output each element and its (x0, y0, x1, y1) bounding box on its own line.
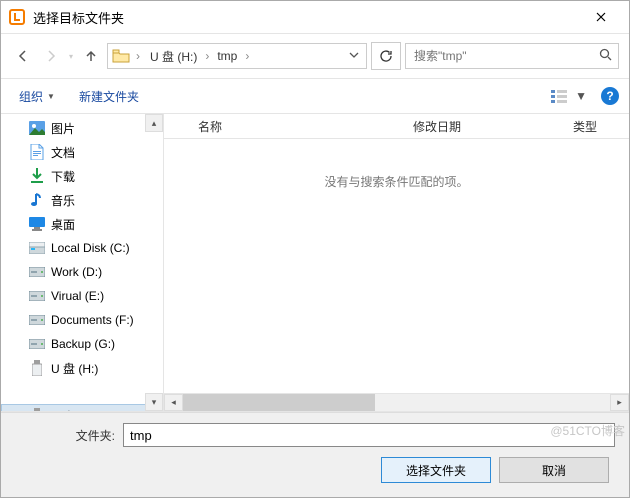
titlebar: 选择目标文件夹 (1, 1, 629, 34)
back-button[interactable] (11, 44, 35, 68)
drive-icon (29, 216, 45, 232)
sidebar-item-localdisk[interactable]: Local Disk (C:) (1, 236, 163, 260)
help-button[interactable]: ? (601, 87, 619, 105)
spacer (29, 384, 45, 400)
folder-icon (112, 48, 130, 64)
horizontal-scrollbar[interactable]: ◂ ▸ (164, 393, 629, 411)
sidebar-item-virual[interactable]: Virual (E:) (1, 284, 163, 308)
chevron-down-icon: ▼ (47, 92, 55, 101)
breadcrumb: U 盘 (H:) › tmp › (146, 46, 342, 67)
close-icon (596, 12, 606, 22)
sidebar: ▴ 图片文档下载音乐桌面 Local Disk (C:) Work (D:) Viru… (1, 114, 164, 411)
scroll-thumb[interactable] (183, 394, 375, 411)
help-icon: ? (606, 89, 613, 103)
sidebar-item-label: 下载 (51, 168, 75, 185)
drive-icon (29, 360, 45, 376)
view-icon (551, 89, 571, 103)
sidebar-item-spacer (1, 380, 163, 404)
folder-name-label: 文件夹: (15, 427, 115, 444)
drive-icon (29, 168, 45, 184)
arrow-right-icon (44, 49, 58, 63)
search-input[interactable] (412, 48, 595, 64)
footer: 文件夹: 选择文件夹 取消 (1, 412, 629, 497)
nav-bar: ▾ › U 盘 (H:) › tmp › (1, 34, 629, 78)
chevron-right-icon: › (134, 49, 142, 63)
scroll-left-button[interactable]: ◂ (164, 394, 183, 411)
chevron-down-icon: ▼ (575, 89, 587, 103)
sidebar-item-label: 桌面 (51, 216, 75, 233)
column-modified[interactable]: 修改日期 (403, 118, 563, 135)
sidebar-item-documents[interactable]: 文档 (1, 140, 163, 164)
address-bar[interactable]: › U 盘 (H:) › tmp › (107, 43, 367, 69)
sidebar-item-label: Work (D:) (51, 265, 102, 279)
sidebar-item-label: 文档 (51, 144, 75, 161)
up-button[interactable] (79, 44, 103, 68)
refresh-icon (379, 49, 393, 63)
sidebar-item-label: Local Disk (C:) (51, 241, 130, 255)
address-dropdown[interactable] (346, 49, 362, 63)
drive-icon (29, 120, 45, 136)
sidebar-scroll-down[interactable]: ▾ (145, 393, 163, 411)
sidebar-item-music[interactable]: 音乐 (1, 188, 163, 212)
drive-icon (29, 240, 45, 256)
empty-state: 没有与搜索条件匹配的项。 (164, 139, 629, 393)
chevron-down-icon (349, 50, 359, 60)
folder-name-input[interactable] (123, 423, 615, 447)
drive-icon (29, 192, 45, 208)
sidebar-item-pictures[interactable]: 图片 (1, 116, 163, 140)
chevron-right-icon: › (243, 49, 251, 63)
organize-button[interactable]: 组织 ▼ (11, 84, 63, 109)
search-box[interactable] (405, 43, 619, 69)
folder-tree: 图片文档下载音乐桌面 Local Disk (C:) Work (D:) Virual… (1, 114, 163, 411)
cancel-button[interactable]: 取消 (499, 457, 609, 483)
sidebar-scroll-up[interactable]: ▴ (145, 114, 163, 132)
chevron-right-icon: › (203, 49, 211, 63)
new-folder-button[interactable]: 新建文件夹 (71, 84, 147, 109)
search-icon (599, 48, 612, 64)
recent-locations-dropdown[interactable]: ▾ (69, 52, 73, 61)
breadcrumb-item[interactable]: U 盘 (H:) (146, 46, 201, 67)
sidebar-item-label: 音乐 (51, 192, 75, 209)
select-folder-button[interactable]: 选择文件夹 (381, 457, 491, 483)
breadcrumb-item[interactable]: tmp (213, 47, 241, 65)
sidebar-item-usb1[interactable]: U 盘 (H:) (1, 356, 163, 380)
refresh-button[interactable] (371, 42, 401, 70)
file-picker-window: 选择目标文件夹 ▾ › U 盘 (H:) › tmp › (0, 0, 630, 498)
sidebar-item-label: U 盘 (H:) (51, 408, 98, 412)
view-options-button[interactable]: ▼ (547, 87, 591, 105)
organize-label: 组织 (19, 88, 43, 105)
sidebar-item-downloads[interactable]: 下载 (1, 164, 163, 188)
sidebar-item-work[interactable]: Work (D:) (1, 260, 163, 284)
file-list-pane: 名称 修改日期 类型 没有与搜索条件匹配的项。 ◂ ▸ (164, 114, 629, 411)
sidebar-item-label: Virual (E:) (51, 289, 104, 303)
app-icon (9, 9, 25, 25)
sidebar-item-usb2[interactable]: U 盘 (H:) (1, 404, 163, 411)
drive-icon (29, 288, 45, 304)
window-title: 选择目标文件夹 (33, 8, 581, 27)
sidebar-item-backup[interactable]: Backup (G:) (1, 332, 163, 356)
toolbar: 组织 ▼ 新建文件夹 ▼ ? (1, 78, 629, 114)
column-name[interactable]: 名称 (164, 118, 403, 135)
scroll-track[interactable] (183, 394, 610, 411)
new-folder-label: 新建文件夹 (79, 88, 139, 105)
sidebar-item-documentsf[interactable]: Documents (F:) (1, 308, 163, 332)
body: ▴ 图片文档下载音乐桌面 Local Disk (C:) Work (D:) Viru… (1, 114, 629, 412)
arrow-up-icon (84, 49, 98, 63)
drive-icon (29, 264, 45, 280)
close-button[interactable] (581, 1, 621, 33)
sidebar-item-label: 图片 (51, 120, 75, 137)
column-type[interactable]: 类型 (563, 118, 629, 135)
drive-icon (29, 312, 45, 328)
sidebar-item-label: Backup (G:) (51, 337, 115, 351)
sidebar-item-label: Documents (F:) (51, 313, 134, 327)
column-headers: 名称 修改日期 类型 (164, 114, 629, 139)
sidebar-item-desktop[interactable]: 桌面 (1, 212, 163, 236)
drive-icon (29, 336, 45, 352)
drive-icon (29, 144, 45, 160)
forward-button[interactable] (39, 44, 63, 68)
arrow-left-icon (16, 49, 30, 63)
scroll-right-button[interactable]: ▸ (610, 394, 629, 411)
drive-icon (29, 408, 45, 411)
sidebar-item-label: U 盘 (H:) (51, 360, 98, 377)
